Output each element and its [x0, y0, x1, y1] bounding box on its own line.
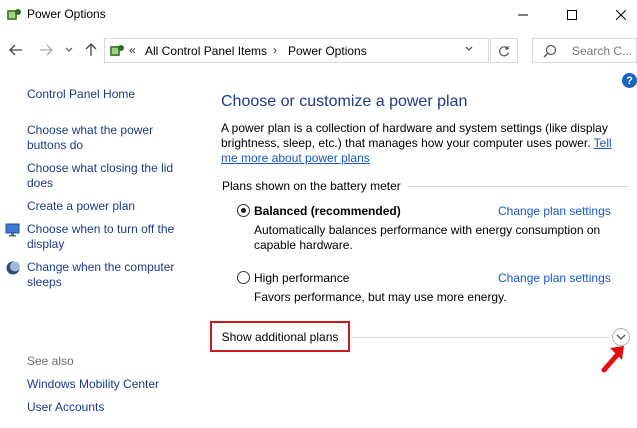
title-bar: Power Options — [0, 0, 637, 30]
search-placeholder: Search C... — [572, 44, 633, 58]
close-button[interactable] — [598, 0, 637, 30]
see-also-heading: See also — [27, 354, 74, 368]
sidebar-item-user-accounts[interactable]: User Accounts — [27, 400, 104, 415]
breadcrumb-all-control-panel-items[interactable]: All Control Panel Items — [145, 44, 267, 58]
back-button[interactable] — [6, 40, 26, 60]
change-plan-settings-high-performance-link[interactable]: Change plan settings — [498, 271, 611, 285]
chevron-down-icon — [65, 47, 73, 52]
arrow-left-icon — [9, 44, 22, 56]
plan-description-high-performance: Favors performance, but may use more ene… — [254, 290, 507, 304]
search-icon — [543, 44, 557, 58]
section-divider — [408, 186, 628, 187]
show-additional-plans-button[interactable]: Show additional plans — [210, 321, 350, 352]
sleep-moon-icon — [6, 261, 20, 275]
minimize-button[interactable] — [500, 0, 546, 30]
change-plan-settings-balanced-link[interactable]: Change plan settings — [498, 204, 611, 218]
refresh-icon — [499, 45, 510, 56]
window-title: Power Options — [27, 7, 106, 21]
sidebar-control-panel-home[interactable]: Control Panel Home — [27, 87, 135, 102]
description-text: A power plan is a collection of hardware… — [221, 121, 608, 150]
breadcrumb-power-options[interactable]: Power Options — [288, 44, 367, 58]
page-description: A power plan is a collection of hardware… — [221, 121, 631, 166]
radio-high-performance[interactable] — [237, 271, 250, 284]
sidebar-item-windows-mobility-center[interactable]: Windows Mobility Center — [27, 377, 159, 392]
address-bar[interactable]: « All Control Panel Items › Power Option… — [104, 38, 489, 63]
radio-balanced[interactable] — [237, 204, 250, 217]
address-dropdown-button[interactable] — [465, 43, 473, 55]
section-label: Plans shown on the battery meter — [222, 179, 401, 193]
navigation-bar: « All Control Panel Items › Power Option… — [0, 34, 637, 66]
arrow-up-icon — [85, 43, 97, 56]
additional-plans-divider — [352, 337, 610, 338]
annotation-arrow-icon — [601, 346, 624, 373]
plan-name-high-performance[interactable]: High performance — [254, 271, 349, 285]
breadcrumb-separator[interactable]: › — [273, 43, 277, 57]
display-icon — [5, 223, 20, 237]
search-input[interactable]: Search C... — [532, 38, 637, 63]
minimize-icon — [518, 14, 528, 16]
plan-name-balanced[interactable]: Balanced (recommended) — [254, 204, 401, 218]
help-button[interactable]: ? — [622, 73, 637, 88]
sidebar-item-computer-sleeps[interactable]: Change when the computer sleeps — [27, 260, 187, 290]
recent-locations-button[interactable] — [62, 40, 76, 60]
show-additional-plans-label: Show additional plans — [221, 329, 339, 344]
address-prefix[interactable]: « — [129, 43, 136, 57]
up-button[interactable] — [82, 40, 100, 60]
sidebar-item-turn-off-display[interactable]: Choose when to turn off the display — [27, 222, 187, 252]
maximize-icon — [567, 10, 577, 20]
power-options-icon — [110, 45, 124, 56]
page-title: Choose or customize a power plan — [221, 93, 468, 110]
plan-description-balanced: Automatically balances performance with … — [254, 223, 601, 252]
close-icon — [616, 10, 626, 20]
refresh-button[interactable] — [490, 38, 518, 63]
maximize-button[interactable] — [549, 0, 595, 30]
sidebar-item-create-power-plan[interactable]: Create a power plan — [27, 199, 135, 214]
forward-button[interactable] — [36, 40, 56, 60]
chevron-down-icon — [465, 46, 473, 51]
sidebar-item-power-buttons[interactable]: Choose what the power buttons do — [27, 123, 187, 153]
arrow-right-icon — [40, 44, 53, 56]
sidebar-item-closing-lid[interactable]: Choose what closing the lid does — [27, 161, 187, 191]
power-options-icon — [7, 9, 21, 20]
